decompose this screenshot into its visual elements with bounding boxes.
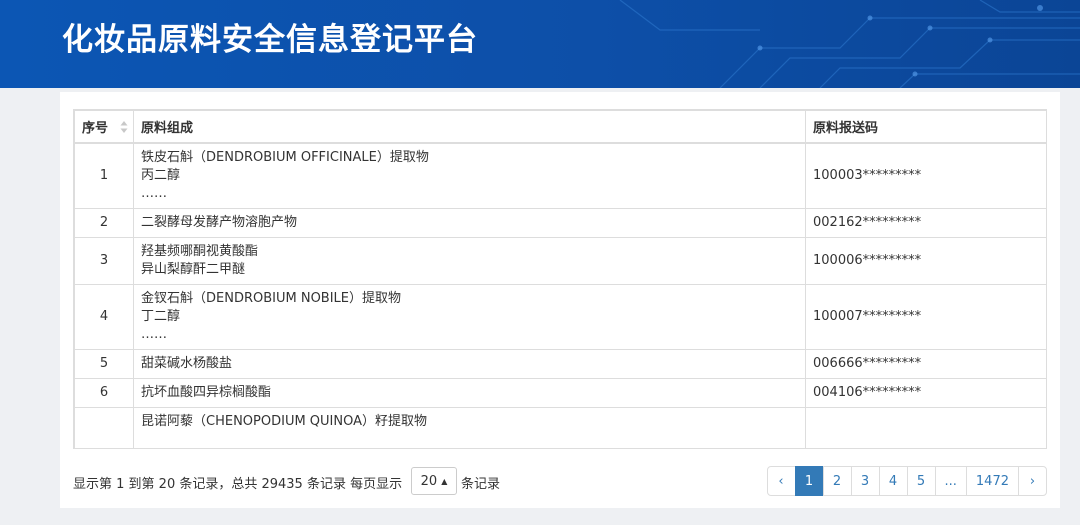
page-size-select[interactable]: 20 ▲ bbox=[411, 467, 457, 495]
table-header-row: 序号 原料组成 原料报送码 bbox=[74, 110, 1046, 143]
caret-up-icon: ▲ bbox=[441, 476, 448, 486]
record-summary: 显示第 1 到第 20 条记录，总共 29435 条记录 每页显示 bbox=[73, 477, 403, 492]
page-button[interactable]: 1 bbox=[794, 466, 824, 496]
column-header-code: 原料报送码 bbox=[805, 110, 1046, 143]
row-composition: 甜菜碱水杨酸盐 bbox=[133, 348, 806, 379]
pagination: ‹ 1 2 3 4 5... 1472 › bbox=[766, 466, 1047, 496]
row-composition: 铁皮石斛（DENDROBIUM OFFICINALE）提取物 丙二醇 …… bbox=[133, 142, 806, 209]
composition-line: …… bbox=[141, 185, 167, 201]
page-size-value: 20 bbox=[420, 473, 438, 489]
row-report-code: 002162********* bbox=[805, 207, 1046, 238]
composition-line: 昆诺阿藜（CHENOPODIUM QUINOA）籽提取物 bbox=[141, 413, 428, 429]
composition-line: 甜菜碱水杨酸盐 bbox=[141, 355, 233, 371]
row-composition: 二裂酵母发酵产物溶胞产物 bbox=[133, 207, 806, 238]
next-page-button[interactable]: › bbox=[1018, 466, 1047, 496]
row-number: 6 bbox=[74, 377, 134, 408]
table-row: 3 羟基频哪酮视黄酸酯 异山梨醇酐二甲醚 100006********* bbox=[74, 236, 1046, 285]
row-report-code: 100007********* bbox=[805, 283, 1046, 350]
row-composition: 昆诺阿藜（CHENOPODIUM QUINOA）籽提取物 bbox=[133, 406, 806, 449]
row-number: 4 bbox=[74, 283, 134, 350]
composition-line: 丁二醇 bbox=[141, 308, 181, 324]
row-number: 1 bbox=[74, 142, 134, 209]
page-button[interactable]: 1472 bbox=[965, 466, 1019, 496]
composition-line: 金钗石斛（DENDROBIUM NOBILE）提取物 bbox=[141, 290, 402, 306]
page-size-suffix: 条记录 bbox=[461, 477, 501, 492]
row-report-code: 100006********* bbox=[805, 236, 1046, 285]
composition-line: 异山梨醇酐二甲醚 bbox=[141, 261, 246, 277]
row-report-code bbox=[805, 406, 1046, 448]
table-row: 5 甜菜碱水杨酸盐 006666********* bbox=[74, 348, 1046, 379]
composition-line: 二裂酵母发酵产物溶胞产物 bbox=[141, 214, 298, 230]
composition-line: 铁皮石斛（DENDROBIUM OFFICINALE）提取物 bbox=[141, 149, 429, 165]
column-header-number[interactable]: 序号 bbox=[74, 110, 134, 143]
composition-line: …… bbox=[141, 326, 167, 342]
row-composition: 羟基频哪酮视黄酸酯 异山梨醇酐二甲醚 bbox=[133, 236, 806, 285]
row-report-code: 006666********* bbox=[805, 348, 1046, 379]
page-button[interactable]: 2 bbox=[822, 466, 852, 496]
composition-line: 抗坏血酸四异棕榈酸酯 bbox=[141, 384, 272, 400]
page-button[interactable]: 5 bbox=[906, 466, 936, 496]
prev-page-button[interactable]: ‹ bbox=[766, 466, 796, 496]
row-number bbox=[74, 406, 134, 448]
sort-icon bbox=[120, 121, 128, 133]
row-report-code: 100003********* bbox=[805, 142, 1046, 209]
composition-line: 丙二醇 bbox=[141, 167, 181, 183]
table-body: 1 铁皮石斛（DENDROBIUM OFFICINALE）提取物 丙二醇 …… 1000… bbox=[74, 142, 1046, 449]
composition-line: 羟基频哪酮视黄酸酯 bbox=[141, 243, 259, 259]
table-row: 6 抗坏血酸四异棕榈酸酯 004106********* bbox=[74, 377, 1046, 408]
table-row: 1 铁皮石斛（DENDROBIUM OFFICINALE）提取物 丙二醇 …… 1000… bbox=[74, 142, 1046, 209]
table-row: 昆诺阿藜（CHENOPODIUM QUINOA）籽提取物 bbox=[74, 406, 1046, 449]
row-report-code: 004106********* bbox=[805, 377, 1046, 408]
composition-line bbox=[141, 431, 798, 449]
content-panel: 序号 原料组成 原料报送码 1 铁皮石斛（DENDROBIUM OFFICINAL… bbox=[60, 92, 1060, 508]
page-title: 化妆品原料安全信息登记平台 bbox=[62, 22, 478, 58]
table-footer: 显示第 1 到第 20 条记录，总共 29435 条记录 每页显示 20 ▲ 条… bbox=[73, 466, 1047, 497]
ingredient-table: 序号 原料组成 原料报送码 1 铁皮石斛（DENDROBIUM OFFICINAL… bbox=[74, 110, 1046, 449]
page-button[interactable]: 4 bbox=[878, 466, 908, 496]
row-composition: 抗坏血酸四异棕榈酸酯 bbox=[133, 377, 806, 408]
row-number: 3 bbox=[74, 236, 134, 285]
header-banner: 化妆品原料安全信息登记平台 bbox=[0, 0, 1080, 88]
column-header-number-label: 序号 bbox=[82, 120, 109, 136]
table-row: 2 二裂酵母发酵产物溶胞产物 002162********* bbox=[74, 207, 1046, 238]
row-number: 5 bbox=[74, 348, 134, 379]
page-ellipsis: ... bbox=[934, 466, 967, 496]
table-row: 4 金钗石斛（DENDROBIUM NOBILE）提取物 丁二醇 …… 100007**… bbox=[74, 283, 1046, 350]
column-header-composition: 原料组成 bbox=[133, 110, 806, 143]
row-number: 2 bbox=[74, 207, 134, 238]
row-composition: 金钗石斛（DENDROBIUM NOBILE）提取物 丁二醇 …… bbox=[133, 283, 806, 350]
table-scroll-area[interactable]: 序号 原料组成 原料报送码 1 铁皮石斛（DENDROBIUM OFFICINAL… bbox=[73, 109, 1047, 449]
page-button[interactable]: 3 bbox=[850, 466, 880, 496]
